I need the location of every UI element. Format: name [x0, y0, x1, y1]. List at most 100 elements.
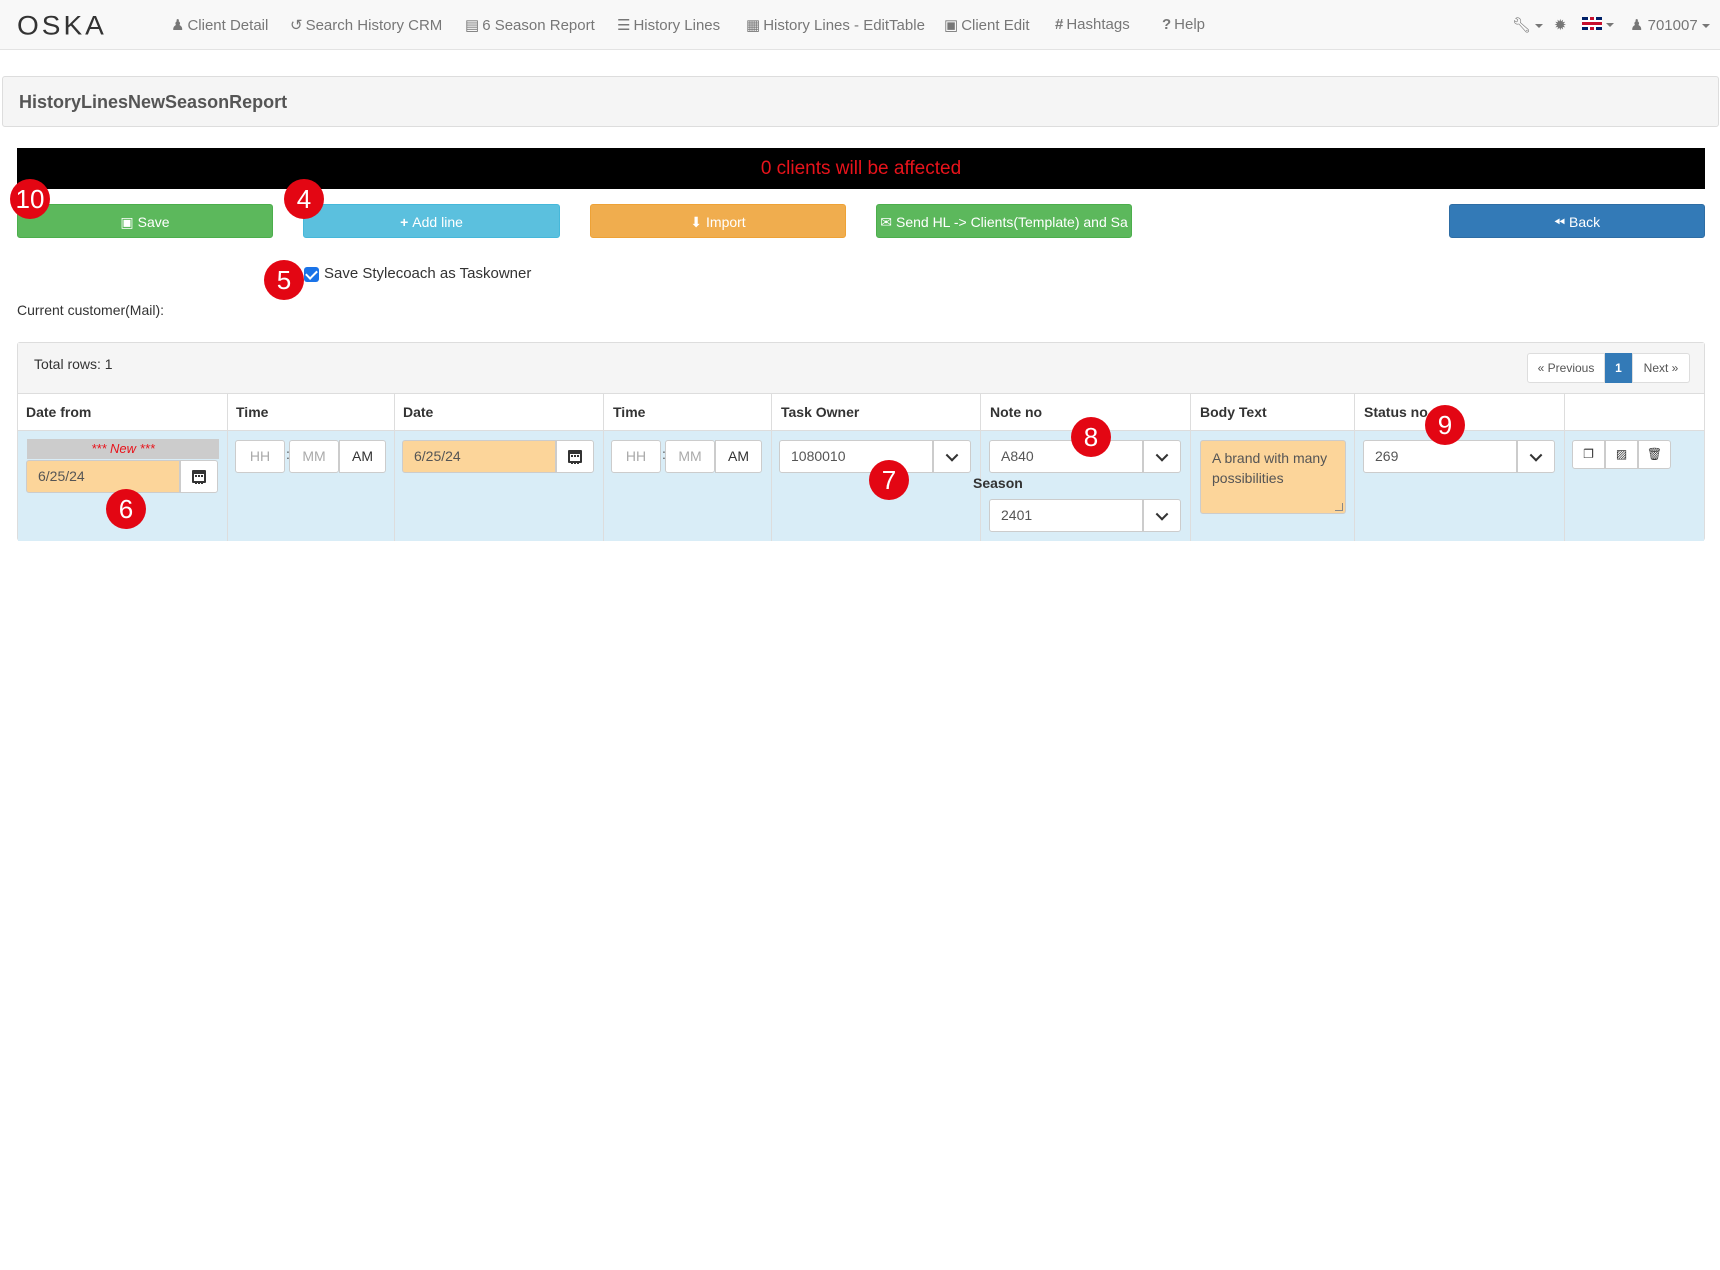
list-icon: ☰: [617, 17, 631, 34]
season-label: Season: [973, 475, 1023, 491]
bug-report-button[interactable]: ✹: [1554, 16, 1567, 34]
fast-backward-icon: ⏪︎: [1553, 214, 1566, 230]
language-dropdown[interactable]: [1582, 16, 1614, 33]
question-icon: ?: [1162, 16, 1172, 33]
time-2-ampm-toggle[interactable]: AM: [715, 440, 762, 473]
affected-clients-text: 0 clients will be affected: [760, 158, 962, 179]
tools-dropdown[interactable]: 🔧︎: [1512, 16, 1544, 34]
save-stylecoach-label: Save Stylecoach as Taskowner: [324, 265, 532, 282]
delete-row-button[interactable]: 🗑︎: [1638, 440, 1671, 469]
header-note-no[interactable]: Note no: [990, 404, 1042, 420]
page-header-panel: HistoryLinesNewSeasonReport: [2, 76, 1719, 127]
user-menu[interactable]: ♟ 701007: [1630, 16, 1710, 34]
calendar-icon: [192, 470, 206, 484]
step-marker: 10: [10, 179, 50, 219]
hash-icon: #: [1055, 16, 1064, 33]
time-ampm-toggle[interactable]: AM: [339, 440, 386, 473]
column-divider: [771, 394, 772, 541]
brand-logo[interactable]: OSKA: [17, 11, 107, 41]
header-date-from[interactable]: Date from: [26, 404, 91, 420]
affected-clients-banner: 0 clients will be affected: [17, 148, 1705, 189]
date-from-input[interactable]: 6/25/24: [26, 460, 180, 493]
nav-client-edit[interactable]: ▣ Client Edit: [944, 16, 1030, 34]
task-owner-select[interactable]: 1080010: [779, 440, 933, 473]
table-icon: ▦: [746, 17, 761, 34]
time-2-minute-input[interactable]: MM: [665, 440, 715, 473]
download-icon: ⬇︎: [690, 214, 703, 230]
step-marker: 9: [1425, 405, 1465, 445]
body-text-textarea[interactable]: A brand with many possibilities: [1200, 440, 1346, 514]
save-button[interactable]: ▣ Save: [17, 204, 273, 238]
header-task-owner[interactable]: Task Owner: [781, 404, 859, 420]
chevron-down-icon: [1529, 448, 1543, 462]
paste-row-button[interactable]: ▨: [1605, 440, 1638, 469]
uk-flag-icon: [1582, 17, 1602, 30]
import-button[interactable]: ⬇︎ Import: [590, 204, 846, 238]
new-row-tag: *** New ***: [27, 439, 219, 459]
chevron-down-icon: [1155, 448, 1169, 462]
nav-hashtags[interactable]: # Hashtags: [1055, 16, 1130, 33]
copy-row-button[interactable]: ❐: [1572, 440, 1605, 469]
column-divider: [980, 394, 981, 541]
date-input[interactable]: 6/25/24: [402, 440, 556, 473]
add-line-button[interactable]: + Add line: [303, 204, 560, 238]
note-no-select[interactable]: A840: [989, 440, 1143, 473]
pagination-previous[interactable]: « Previous: [1527, 353, 1605, 383]
column-divider: [1354, 394, 1355, 541]
caret-down-icon: [1535, 24, 1544, 29]
user-icon: ♟: [171, 17, 185, 34]
step-marker: 4: [284, 179, 324, 219]
header-body-text[interactable]: Body Text: [1200, 404, 1267, 420]
copy-icon: ❐: [1583, 447, 1594, 461]
resize-handle-icon[interactable]: [1335, 503, 1343, 511]
header-date[interactable]: Date: [403, 404, 433, 420]
history-icon: ↺: [290, 17, 303, 34]
status-no-select[interactable]: 269: [1363, 440, 1517, 473]
nav-history-lines-edittable[interactable]: ▦ History Lines - EditTable: [746, 16, 925, 34]
total-rows-label: Total rows: 1: [34, 356, 113, 372]
column-divider: [227, 394, 228, 541]
current-customer-label: Current customer(Mail):: [17, 302, 165, 318]
time-hour-input[interactable]: HH: [235, 440, 285, 473]
envelope-icon: ✉︎: [880, 214, 892, 230]
nav-search-history-crm[interactable]: ↺ Search History CRM: [290, 16, 442, 34]
pagination-page-1[interactable]: 1: [1605, 353, 1632, 383]
trash-icon: 🗑︎: [1646, 447, 1663, 461]
column-divider: [603, 394, 604, 541]
page-title: HistoryLinesNewSeasonReport: [19, 92, 288, 112]
pagination-next[interactable]: Next »: [1632, 353, 1690, 383]
contact-card-icon: ▣: [944, 17, 959, 34]
chevron-down-icon: [945, 448, 959, 462]
nav-help[interactable]: ? Help: [1162, 16, 1205, 33]
note-no-dropdown-button[interactable]: [1143, 440, 1181, 473]
column-divider: [1190, 394, 1191, 541]
header-status-no[interactable]: Status no: [1364, 404, 1428, 420]
calendar-icon: [568, 450, 582, 464]
column-divider: [394, 394, 395, 541]
step-marker: 6: [106, 489, 146, 529]
time-minute-input[interactable]: MM: [289, 440, 339, 473]
nav-client-detail[interactable]: ♟ Client Detail: [171, 16, 268, 34]
wrench-icon: 🔧︎: [1512, 17, 1532, 34]
task-owner-dropdown-button[interactable]: [933, 440, 971, 473]
header-time-2[interactable]: Time: [613, 404, 645, 420]
date-from-calendar-button[interactable]: [180, 460, 218, 493]
step-marker: 8: [1071, 417, 1111, 457]
step-marker: 7: [869, 460, 909, 500]
time-2-hour-input[interactable]: HH: [611, 440, 661, 473]
column-divider: [1564, 394, 1565, 541]
table-toolbar: Total rows: 1 « Previous 1 Next »: [18, 343, 1704, 394]
back-button[interactable]: ⏪︎ Back: [1449, 204, 1705, 238]
season-select[interactable]: 2401: [989, 499, 1143, 532]
season-dropdown-button[interactable]: [1143, 499, 1181, 532]
status-no-dropdown-button[interactable]: [1517, 440, 1555, 473]
send-hl-button[interactable]: ✉︎ Send HL -> Clients(Template) and Sa: [876, 204, 1132, 238]
header-time[interactable]: Time: [236, 404, 268, 420]
floppy-disk-icon: ▣: [120, 214, 134, 230]
save-stylecoach-checkbox[interactable]: [304, 267, 319, 282]
top-navbar: OSKA ♟ Client Detail ↺ Search History CRM …: [0, 0, 1720, 50]
nav-6-season-report[interactable]: ▤ 6 Season Report: [465, 16, 595, 34]
date-calendar-button[interactable]: [556, 440, 594, 473]
chevron-down-icon: [1155, 507, 1169, 521]
nav-history-lines[interactable]: ☰ History Lines: [617, 16, 720, 34]
